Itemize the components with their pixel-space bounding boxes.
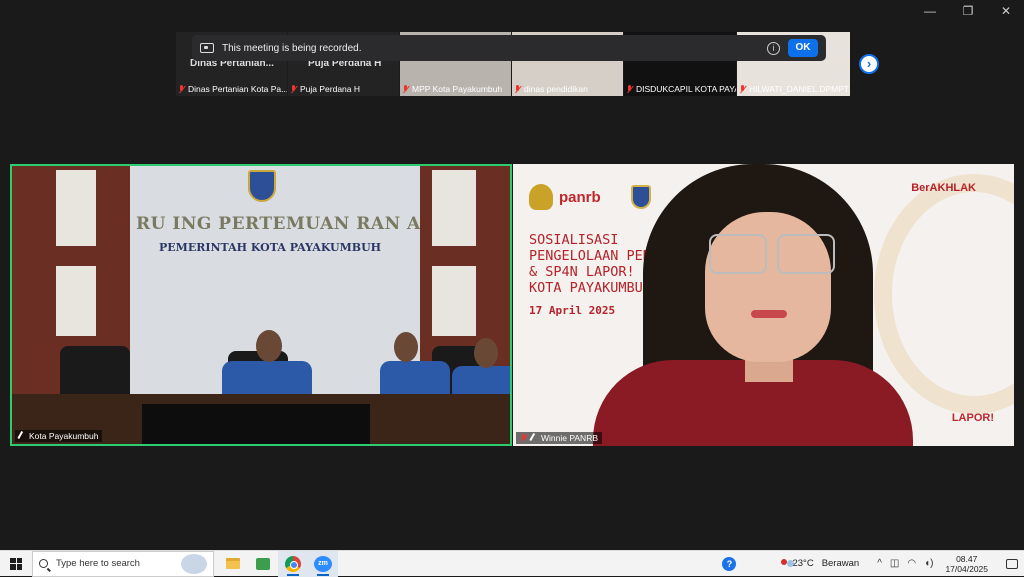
taskbar-search-box[interactable]: Type here to search <box>32 550 214 577</box>
maximize-button[interactable]: ❐ <box>960 4 976 18</box>
search-highlight-icon <box>181 553 207 574</box>
slide-logos: panrb <box>529 184 651 210</box>
participant-label: Puja Perdana H <box>300 84 361 94</box>
windows-taskbar: Type here to search zm ? 23°C Berawan ^ … <box>0 550 1024 577</box>
photos-taskbar-button[interactable] <box>248 551 278 577</box>
chrome-icon <box>285 555 301 572</box>
participant-name-tag: Winnie PANRB <box>516 432 602 444</box>
city-crest-logo <box>630 185 651 209</box>
taskbar-clock[interactable]: 08.47 17/04/2025 <box>945 554 988 574</box>
participant-name: Winnie PANRB <box>541 433 598 443</box>
clock-date: 17/04/2025 <box>945 563 988 574</box>
berakhlak-logo: BerAKHLAK <box>911 182 976 194</box>
recording-icon <box>200 43 214 53</box>
participant-label: dinas pendidikan <box>524 84 588 94</box>
lapor-logo: LAPOR! <box>951 412 994 424</box>
participant-label: Dinas Pertanian Kota Pa... <box>188 84 287 94</box>
info-icon[interactable]: i <box>767 41 780 55</box>
video-tile-active-speaker[interactable]: RU ING PERTEMUAN RAN ANG PEMERINTAH KOTA… <box>10 164 512 446</box>
participant-name-tag: Kota Payakumbuh <box>15 430 103 442</box>
photos-icon <box>256 557 270 570</box>
room-sign-title: RU ING PERTEMUAN RAN ANG <box>136 214 452 234</box>
windows-logo-icon <box>10 557 22 570</box>
participant-label: MPP Kota Payakumbuh <box>412 84 503 94</box>
next-page-arrow-icon[interactable]: › <box>859 54 879 74</box>
system-tray: ? 23°C Berawan ^ ◫ ◠ ◖) 08.47 17/04/2025 <box>722 554 1024 574</box>
mic-muted-icon <box>290 84 297 94</box>
ok-button[interactable]: OK <box>788 39 818 57</box>
mic-muted-icon <box>739 84 746 94</box>
chrome-taskbar-button[interactable] <box>278 550 308 577</box>
weather-description[interactable]: Berawan <box>822 558 860 569</box>
pin-icon <box>529 433 539 443</box>
weather-temperature[interactable]: 23°C <box>792 558 813 569</box>
pin-icon <box>17 431 27 441</box>
close-button[interactable]: ✕ <box>998 4 1014 18</box>
slide-background-arc <box>874 174 1014 414</box>
recording-text: This meeting is being recorded. <box>222 42 362 54</box>
mic-muted-icon <box>402 84 409 94</box>
mic-muted-icon <box>514 84 521 94</box>
show-hidden-icons-chevron-icon[interactable]: ^ <box>877 558 882 569</box>
video-tile-presenter[interactable]: panrb SOSIALISASI PENGELOLAAN PENGA & SP… <box>513 164 1014 446</box>
zoom-meeting-window: — ❐ ✕ Dinas Pertanian... Dinas Pertanian… <box>0 0 1024 550</box>
mic-muted-icon <box>626 84 633 94</box>
mic-muted-icon <box>520 433 527 443</box>
participant-name: Kota Payakumbuh <box>29 431 99 441</box>
search-icon <box>39 559 48 568</box>
notification-center-icon[interactable] <box>1006 558 1018 569</box>
network-icon[interactable]: ◫ <box>890 558 899 569</box>
panrb-logo: panrb <box>559 188 601 206</box>
mic-muted-icon <box>178 84 185 94</box>
wifi-icon[interactable]: ◠ <box>907 558 916 569</box>
file-explorer-taskbar-button[interactable] <box>218 551 248 577</box>
search-placeholder: Type here to search <box>56 558 140 569</box>
zoom-icon: zm <box>314 555 332 572</box>
start-button[interactable] <box>0 551 32 577</box>
recording-banner: This meeting is being recorded. i OK <box>192 35 826 61</box>
minimize-button[interactable]: — <box>922 4 938 18</box>
volume-icon[interactable]: ◖) <box>924 558 933 569</box>
folder-icon <box>226 558 240 569</box>
room-sign-subtitle: PEMERINTAH KOTA PAYAKUMBUH <box>159 241 382 254</box>
garuda-emblem-icon <box>529 184 553 210</box>
clock-time: 08.47 <box>956 553 978 564</box>
participant-label: DISDUKCAPIL KOTA PAYA... <box>636 84 736 94</box>
city-crest-logo <box>248 170 276 202</box>
slide-date: 17 April 2025 <box>529 304 616 317</box>
window-controls: — ❐ ✕ <box>922 4 1014 18</box>
help-icon[interactable]: ? <box>722 556 737 571</box>
glasses-icon <box>709 234 839 274</box>
participant-label: HILWATI_DANIEL DPMPT... <box>749 84 850 94</box>
table-monitor <box>142 404 370 444</box>
zoom-taskbar-button[interactable]: zm <box>308 550 338 577</box>
